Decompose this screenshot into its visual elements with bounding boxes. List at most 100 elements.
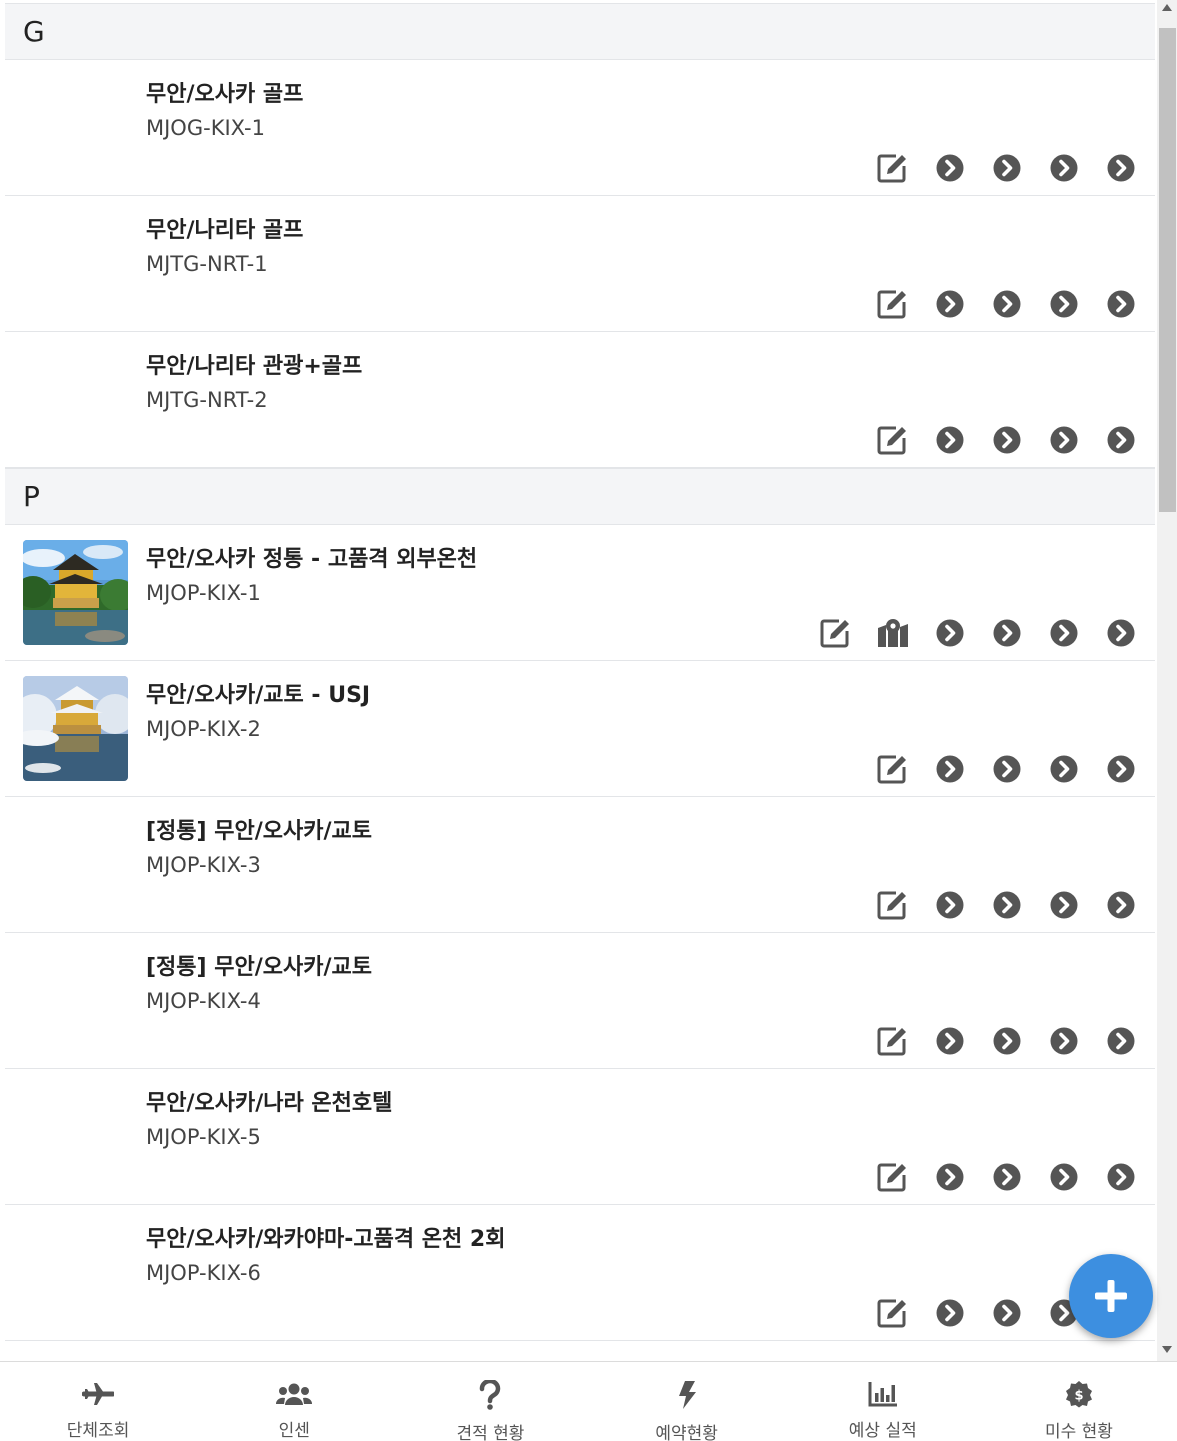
nav-item-2[interactable]: 인센: [196, 1362, 392, 1441]
add-button[interactable]: [1069, 1254, 1153, 1338]
go-button-2[interactable]: [991, 889, 1023, 921]
go-button-4[interactable]: [1105, 753, 1137, 785]
item-actions: [877, 288, 1137, 320]
tour-code: MJTG-NRT-2: [146, 388, 268, 412]
go-button-1[interactable]: [934, 889, 966, 921]
chevron-circle-right-icon: [936, 619, 964, 647]
list-item[interactable]: [정통] 무안/오사카/교토 MJOP-KIX-4: [5, 933, 1155, 1069]
section-header-g: G: [5, 3, 1155, 60]
go-button-2[interactable]: [991, 424, 1023, 456]
go-button-4[interactable]: [1105, 288, 1137, 320]
chevron-circle-right-icon: [1050, 619, 1078, 647]
scrollbar[interactable]: [1157, 0, 1177, 1361]
tour-title: 무안/나리타 골프: [146, 218, 304, 243]
list-item[interactable]: 무안/오사카 정통 - 고품격 외부온천 MJOP-KIX-1: [5, 525, 1155, 661]
go-button-1[interactable]: [934, 1161, 966, 1193]
edit-button[interactable]: [877, 288, 909, 320]
nav-item-3[interactable]: 견적 현황: [392, 1362, 588, 1441]
nav-label: 예상 실적: [848, 1421, 917, 1441]
go-button-2[interactable]: [991, 152, 1023, 184]
go-button-4[interactable]: [1105, 1161, 1137, 1193]
go-button-4[interactable]: [1105, 889, 1137, 921]
go-button-2[interactable]: [991, 288, 1023, 320]
tour-code: MJTG-NRT-1: [146, 252, 268, 276]
go-button-1[interactable]: [934, 1025, 966, 1057]
edit-button[interactable]: [877, 1297, 909, 1329]
bolt-icon: [678, 1381, 696, 1409]
edit-icon: [877, 1027, 906, 1056]
item-actions: [877, 1161, 1137, 1193]
go-button-2[interactable]: [991, 753, 1023, 785]
list-item[interactable]: 무안/오사카/교토 - USJ MJOP-KIX-2: [5, 661, 1155, 797]
go-button-1[interactable]: [934, 152, 966, 184]
tour-code: MJOP-KIX-1: [146, 581, 261, 605]
go-button-2[interactable]: [991, 1297, 1023, 1329]
list-item[interactable]: 무안/오사카/교토/고베 온천 2회MJOP-KIX-7: [5, 1341, 1155, 1361]
question-icon: [480, 1380, 501, 1410]
go-button-4[interactable]: [1105, 617, 1137, 649]
content-viewport[interactable]: G 무안/오사카 골프 MJOG-KIX-1 무안/나리타 골프 MJTG-NRT-1 무…: [0, 0, 1157, 1361]
go-button-1[interactable]: [934, 617, 966, 649]
nav-item-4[interactable]: 예약현황: [589, 1362, 785, 1441]
chevron-circle-right-icon: [1050, 755, 1078, 783]
list-item[interactable]: 무안/오사카 골프 MJOG-KIX-1: [5, 60, 1155, 196]
scrollbar-thumb[interactable]: [1159, 28, 1176, 512]
go-button-3[interactable]: [1048, 1025, 1080, 1057]
plus-icon: [1095, 1280, 1127, 1312]
go-button-3[interactable]: [1048, 753, 1080, 785]
list-item[interactable]: 무안/오사카/나라 온천호텔 MJOP-KIX-5: [5, 1069, 1155, 1205]
go-button-1[interactable]: [934, 424, 966, 456]
go-button-2[interactable]: [991, 1161, 1023, 1193]
nav-label: 단체조회: [66, 1421, 130, 1441]
go-button-4[interactable]: [1105, 152, 1137, 184]
edit-button[interactable]: [877, 889, 909, 921]
go-button-2[interactable]: [991, 617, 1023, 649]
chevron-circle-right-icon: [1107, 290, 1135, 318]
edit-icon: [877, 154, 906, 183]
chevron-circle-right-icon: [1107, 1163, 1135, 1191]
dollar-badge-icon: $: [1065, 1380, 1093, 1408]
edit-button[interactable]: [877, 152, 909, 184]
map-button[interactable]: [877, 617, 909, 649]
edit-button[interactable]: [820, 617, 852, 649]
go-button-3[interactable]: [1048, 889, 1080, 921]
go-button-1[interactable]: [934, 753, 966, 785]
svg-text:$: $: [1074, 1389, 1083, 1404]
list-item[interactable]: 무안/나리타 관광+골프 MJTG-NRT-2: [5, 332, 1155, 468]
edit-icon: [877, 1163, 906, 1192]
go-button-1[interactable]: [934, 288, 966, 320]
edit-button[interactable]: [877, 1025, 909, 1057]
scroll-up-arrow-icon[interactable]: [1162, 4, 1172, 11]
chevron-circle-right-icon: [1050, 290, 1078, 318]
chevron-circle-right-icon: [993, 1299, 1021, 1327]
nav-item-1[interactable]: 단체조회: [0, 1362, 196, 1441]
tour-title: 무안/오사카 골프: [146, 82, 304, 107]
go-button-3[interactable]: [1048, 424, 1080, 456]
go-button-3[interactable]: [1048, 617, 1080, 649]
tour-title: 무안/오사카/교토 - USJ: [146, 683, 371, 708]
edit-button[interactable]: [877, 424, 909, 456]
map-location-icon: [878, 619, 908, 647]
chevron-circle-right-icon: [993, 426, 1021, 454]
chevron-circle-right-icon: [993, 1163, 1021, 1191]
go-button-1[interactable]: [934, 1297, 966, 1329]
chevron-circle-right-icon: [936, 755, 964, 783]
list-item[interactable]: 무안/오사카/와카야마-고품격 온천 2회 MJOP-KIX-6: [5, 1205, 1155, 1341]
chevron-circle-right-icon: [993, 290, 1021, 318]
scroll-down-arrow-icon[interactable]: [1162, 1346, 1172, 1353]
plane-icon: [82, 1382, 115, 1405]
edit-button[interactable]: [877, 753, 909, 785]
nav-item-5[interactable]: 예상 실적: [785, 1362, 981, 1441]
chevron-circle-right-icon: [936, 154, 964, 182]
go-button-2[interactable]: [991, 1025, 1023, 1057]
list-item[interactable]: 무안/나리타 골프 MJTG-NRT-1: [5, 196, 1155, 332]
list-item[interactable]: [정통] 무안/오사카/교토 MJOP-KIX-3: [5, 797, 1155, 933]
go-button-3[interactable]: [1048, 1161, 1080, 1193]
go-button-4[interactable]: [1105, 424, 1137, 456]
nav-item-6[interactable]: $ 미수 현황: [981, 1362, 1177, 1441]
go-button-4[interactable]: [1105, 1025, 1137, 1057]
edit-button[interactable]: [877, 1161, 909, 1193]
chevron-circle-right-icon: [993, 619, 1021, 647]
go-button-3[interactable]: [1048, 288, 1080, 320]
go-button-3[interactable]: [1048, 152, 1080, 184]
